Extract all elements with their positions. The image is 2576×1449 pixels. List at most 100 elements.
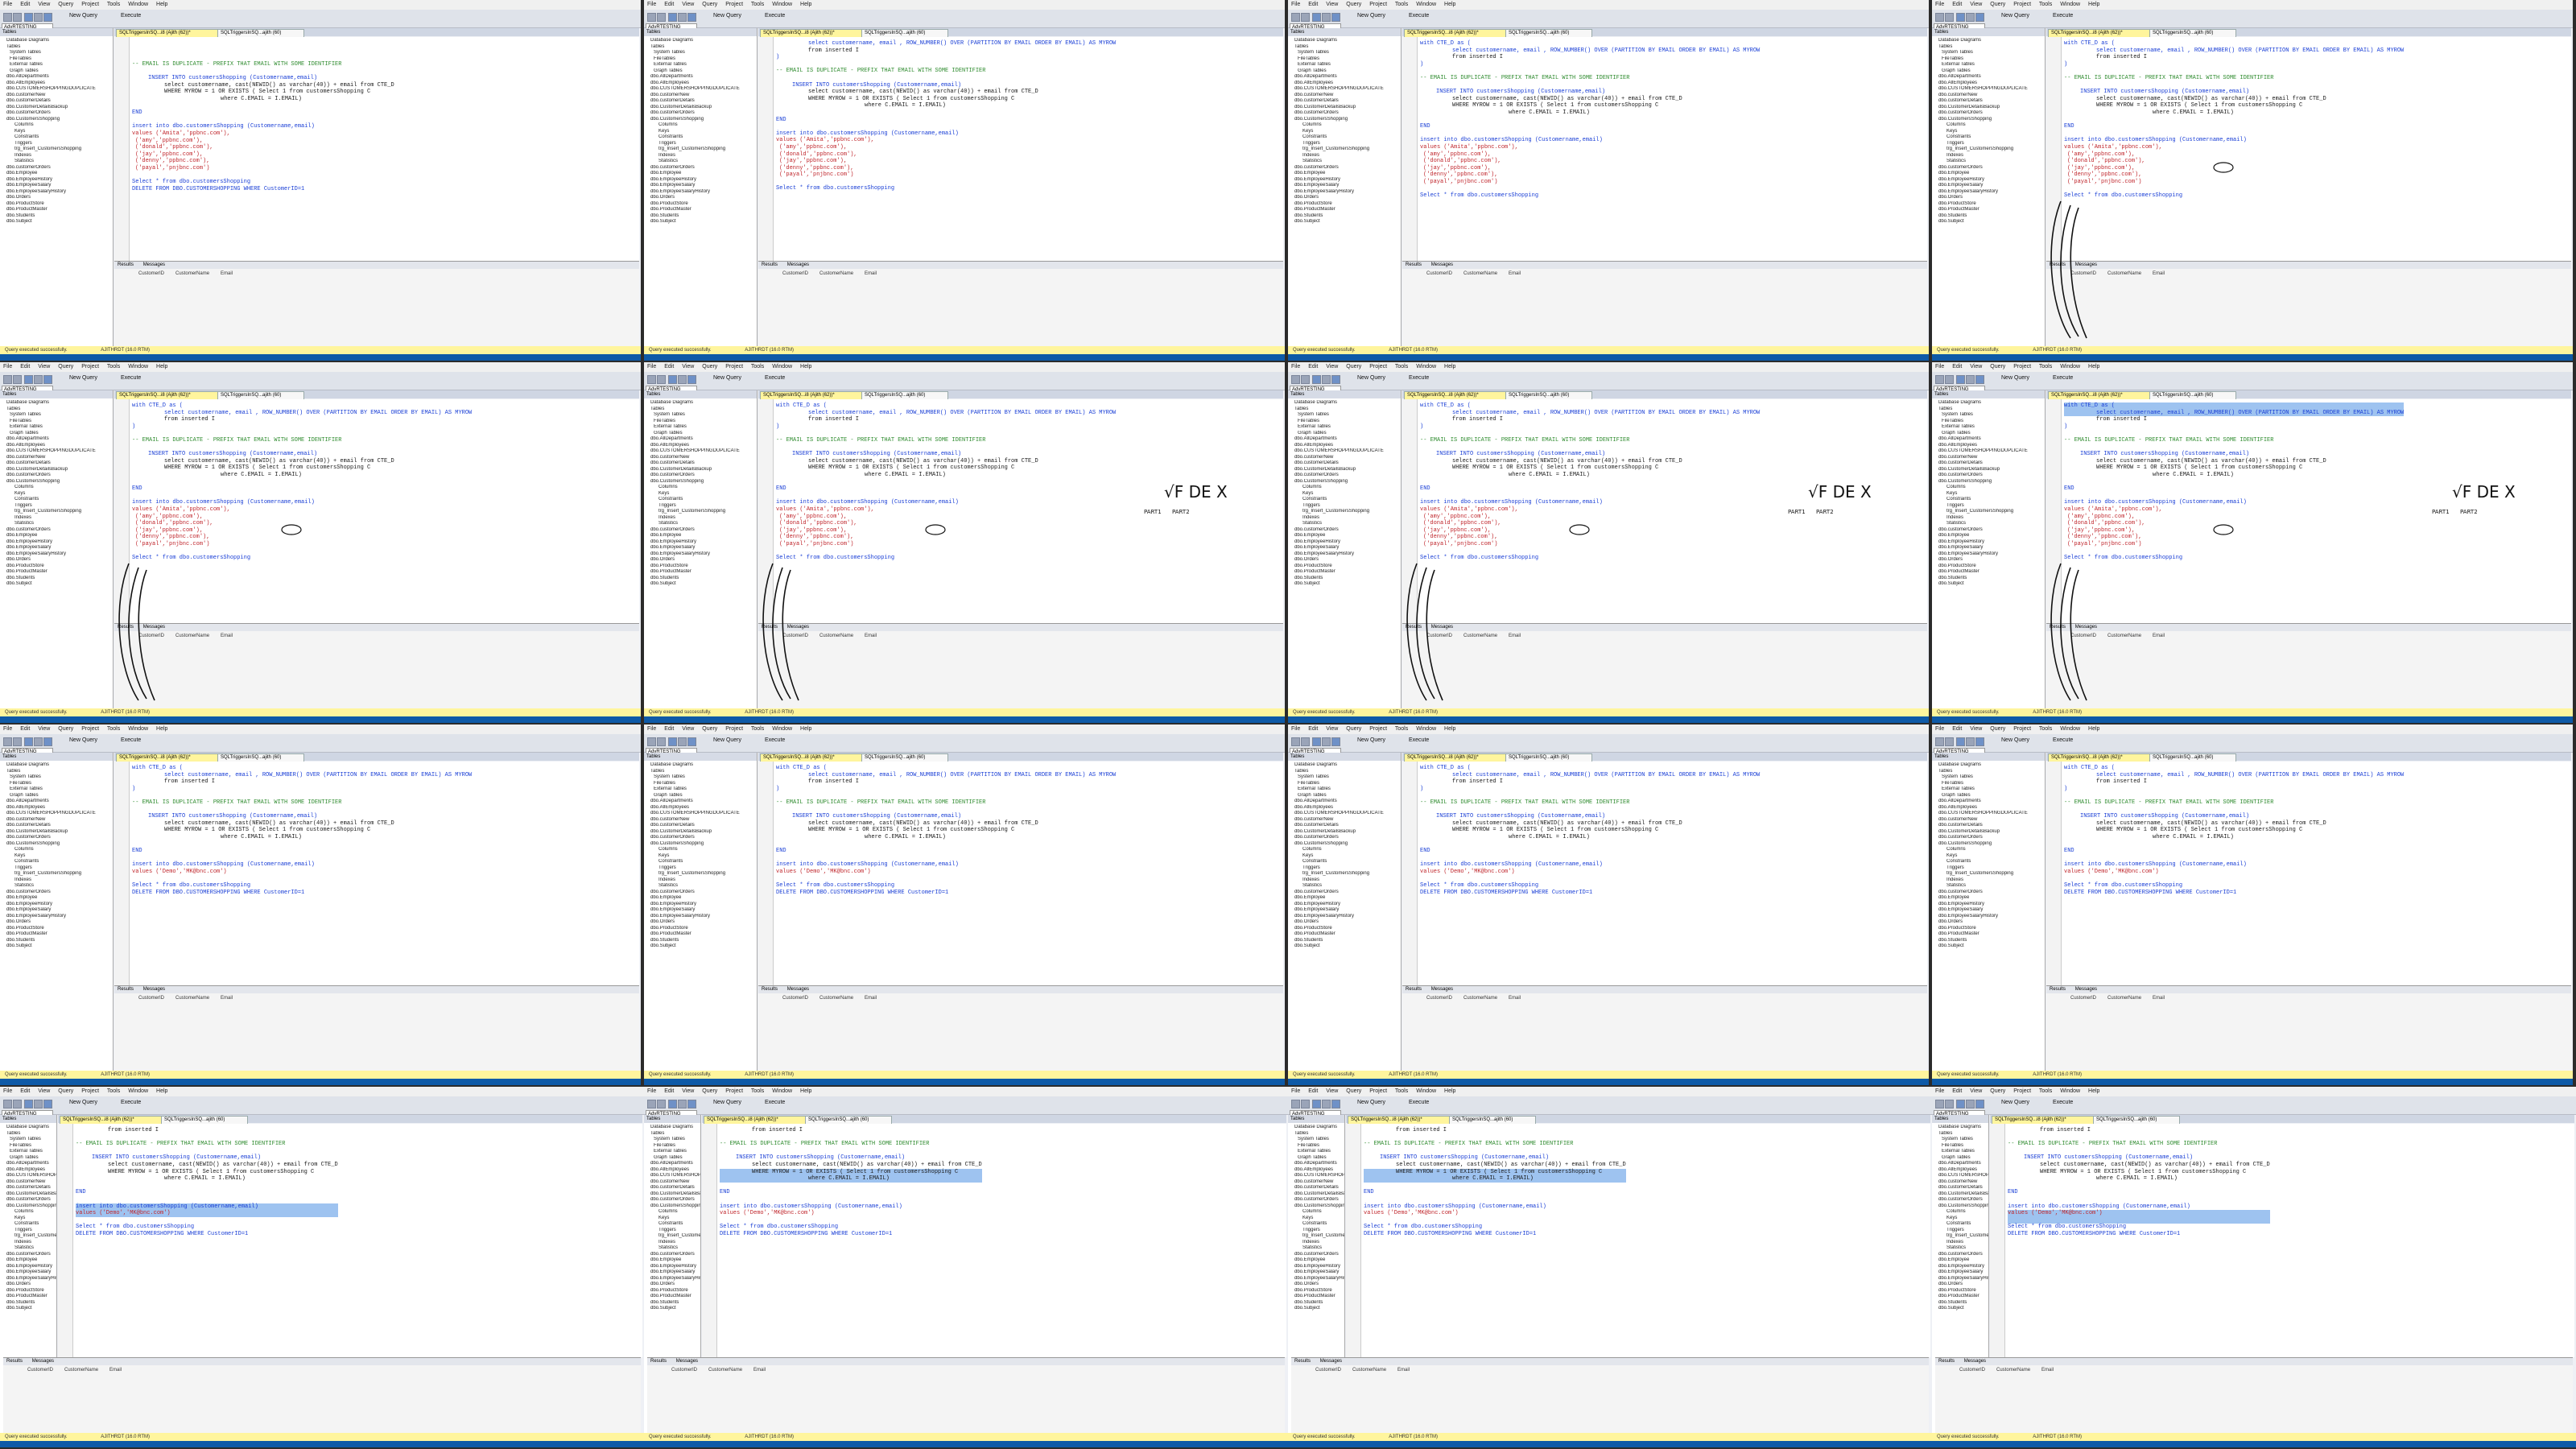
explorer-item[interactable]: System Tables (1935, 50, 2045, 56)
menu-window[interactable]: Window (772, 1088, 792, 1094)
explorer-item[interactable]: dbo.Students (3, 576, 113, 582)
explorer-item[interactable]: Statistics (1291, 883, 1401, 890)
explorer-item[interactable]: dbo.AllDepartments (647, 74, 757, 80)
explorer-item[interactable]: dbo.EmployeeSalary (647, 907, 757, 914)
explorer-item[interactable]: FileTables (647, 419, 757, 425)
explorer-item[interactable]: dbo.Students (1291, 576, 1401, 582)
menu-file[interactable]: File (1291, 726, 1300, 732)
explorer-item[interactable]: dbo.EmployeeSalaryHistory (3, 551, 113, 558)
explorer-item[interactable]: Indexes (647, 153, 757, 159)
explorer-item[interactable]: dbo.Subject (1291, 943, 1401, 950)
explorer-item[interactable]: dbo.CUSTOMERSHOPPINGDUPLICATE (647, 1173, 700, 1179)
explorer-item[interactable]: trg_Insert_CustomersShopping (647, 147, 757, 153)
explorer-item[interactable]: Triggers (1291, 503, 1401, 510)
explorer-item[interactable]: dbo.AllEmployees (647, 80, 757, 87)
explorer-item[interactable]: dbo.CustomerDetailsBackup (1291, 1191, 1344, 1198)
explorer-item[interactable]: dbo.EmployeeSalaryHistory (1291, 551, 1401, 558)
explorer-item[interactable]: dbo.customerDetails (3, 823, 113, 829)
new-file-icon[interactable] (24, 375, 33, 384)
tab-results[interactable]: Results (762, 987, 778, 992)
explorer-item[interactable]: Graph Tables (1291, 68, 1401, 75)
tab-messages[interactable]: Messages (676, 1359, 698, 1364)
execute-button[interactable]: Execute (765, 375, 785, 381)
execute-button[interactable]: Execute (2053, 13, 2073, 19)
explorer-item[interactable]: Keys (1291, 853, 1401, 860)
explorer-item[interactable]: dbo.Students (647, 213, 757, 220)
query-editor[interactable]: from inserted I -- EMAIL IS DUPLICATE - … (58, 1124, 642, 1357)
forward-icon[interactable] (1945, 13, 1954, 22)
menu-view[interactable]: View (1326, 726, 1338, 732)
explorer-item[interactable]: dbo.EmployeeSalaryHistory (1935, 551, 2045, 558)
back-icon[interactable] (1935, 737, 1944, 746)
menu-query[interactable]: Query (1990, 726, 2005, 732)
explorer-item[interactable]: Database Diagrams (3, 38, 113, 44)
explorer-item[interactable]: dbo.ProductStore (1291, 1288, 1344, 1294)
tab-messages[interactable]: Messages (787, 987, 809, 992)
explorer-item[interactable]: dbo.Employee (1291, 895, 1401, 902)
new-file-icon[interactable] (668, 375, 677, 384)
explorer-item[interactable]: External Tables (1935, 1149, 1988, 1155)
explorer-item[interactable]: External Tables (647, 786, 757, 793)
explorer-item[interactable]: dbo.AllDepartments (1291, 799, 1401, 805)
explorer-item[interactable]: dbo.AllEmployees (1291, 805, 1401, 811)
explorer-item[interactable]: Database Diagrams (3, 762, 113, 769)
tab-messages[interactable]: Messages (1964, 1359, 1986, 1364)
back-icon[interactable] (1935, 375, 1944, 384)
new-file-icon[interactable] (1312, 737, 1321, 746)
explorer-item[interactable]: dbo.EmployeeHistory (3, 177, 113, 184)
execute-button[interactable]: Execute (1409, 737, 1429, 743)
explorer-item[interactable]: Database Diagrams (1291, 38, 1401, 44)
explorer-item[interactable]: Database Diagrams (1935, 1125, 1988, 1131)
menu-query[interactable]: Query (1346, 1088, 1361, 1094)
explorer-item[interactable]: Tables (1935, 769, 2045, 775)
menu-project[interactable]: Project (2013, 364, 2031, 369)
execute-button[interactable]: Execute (121, 737, 141, 743)
explorer-item[interactable]: Triggers (647, 865, 757, 872)
explorer-item[interactable]: dbo.CUSTOMERSHOPPINGDUPLICATE (647, 448, 757, 455)
open-icon[interactable] (1966, 1100, 1975, 1108)
explorer-item[interactable]: dbo.Students (647, 938, 757, 944)
explorer-item[interactable]: Tables (3, 1131, 56, 1137)
explorer-item[interactable]: dbo.CustomersShopping (3, 841, 113, 848)
explorer-item[interactable]: Tables (647, 1131, 700, 1137)
explorer-item[interactable]: dbo.CustomerDetailsBackup (1935, 1191, 1988, 1198)
new-file-icon[interactable] (1956, 737, 1965, 746)
explorer-item[interactable]: Columns (3, 1209, 56, 1216)
explorer-item[interactable]: dbo.EmployeeSalaryHistory (3, 189, 113, 196)
explorer-item[interactable]: Statistics (647, 521, 757, 527)
explorer-item[interactable]: dbo.customerOrders (647, 473, 757, 479)
tab-messages[interactable]: Messages (143, 625, 165, 630)
explorer-item[interactable]: Constraints (1291, 497, 1401, 503)
explorer-item[interactable]: dbo.customerOrders (1291, 165, 1401, 171)
explorer-item[interactable]: Tables (1935, 1131, 1988, 1137)
back-icon[interactable] (1291, 375, 1300, 384)
tab-results[interactable]: Results (2050, 987, 2066, 992)
new-file-icon[interactable] (1956, 1100, 1965, 1108)
explorer-item[interactable]: dbo.CustomerDetailsBackup (1935, 829, 2045, 836)
explorer-item[interactable]: Tables (647, 407, 757, 413)
menu-project[interactable]: Project (81, 1088, 99, 1094)
forward-icon[interactable] (1301, 13, 1310, 22)
menu-project[interactable]: Project (1369, 364, 1387, 369)
menu-tools[interactable]: Tools (751, 1088, 764, 1094)
explorer-item[interactable]: Keys (647, 853, 757, 860)
menu-query[interactable]: Query (702, 2, 717, 7)
explorer-item[interactable]: Graph Tables (1935, 793, 2045, 799)
explorer-item[interactable]: dbo.customerOrders (647, 1197, 700, 1203)
explorer-item[interactable]: dbo.Orders (3, 195, 113, 201)
forward-icon[interactable] (1301, 375, 1310, 384)
explorer-item[interactable]: dbo.Orders (3, 919, 113, 926)
explorer-item[interactable]: dbo.EmployeeSalary (647, 183, 757, 189)
menu-help[interactable]: Help (1444, 364, 1455, 369)
explorer-item[interactable]: dbo.Subject (647, 943, 757, 950)
menu-file[interactable]: File (3, 364, 12, 369)
explorer-item[interactable]: System Tables (1291, 774, 1401, 781)
forward-icon[interactable] (13, 13, 22, 22)
menu-tools[interactable]: Tools (751, 364, 764, 369)
query-editor[interactable]: with CTE_D as (select customername, emai… (758, 762, 1283, 985)
new-query-button[interactable]: New Query (2001, 375, 2029, 381)
explorer-item[interactable]: dbo.EmployeeSalary (1935, 183, 2045, 189)
menu-view[interactable]: View (1326, 1088, 1338, 1094)
explorer-item[interactable]: Indexes (1935, 1240, 1988, 1246)
explorer-item[interactable]: Statistics (3, 1245, 56, 1252)
